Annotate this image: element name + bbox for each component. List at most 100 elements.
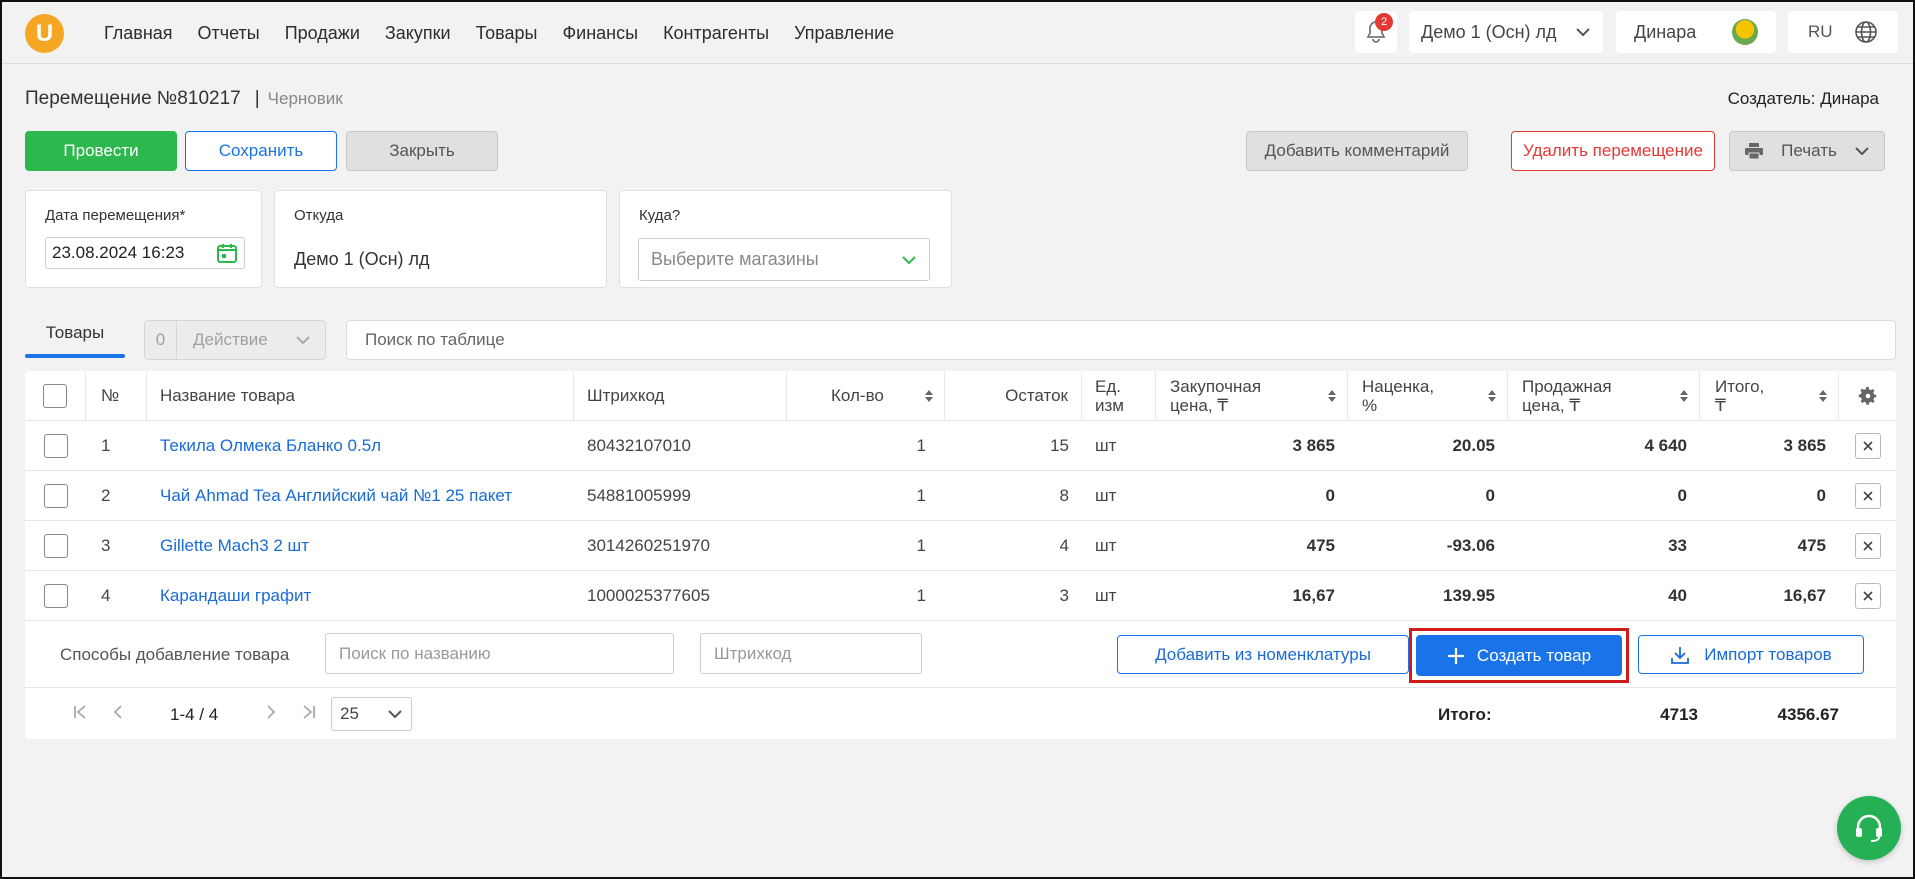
- row-checkbox[interactable]: [43, 434, 68, 458]
- transfer-date-input[interactable]: 23.08.2024 16:23: [45, 237, 245, 269]
- search-by-name-input[interactable]: Поиск по названию: [325, 633, 674, 674]
- header-purchase-price-label: Закупочная цена, ₸: [1170, 377, 1261, 415]
- remove-row-button[interactable]: [1854, 533, 1881, 559]
- purchase-price[interactable]: 16,67: [1156, 571, 1335, 621]
- delete-transfer-button[interactable]: Удалить перемещение: [1511, 131, 1715, 171]
- last-page-icon[interactable]: [301, 704, 317, 725]
- header-sale-price-line1: Продажная: [1522, 377, 1612, 396]
- create-product-button[interactable]: Создать товар: [1416, 635, 1622, 676]
- avatar: [1732, 19, 1758, 45]
- header-purchase-price[interactable]: Закупочная цена, ₸: [1156, 371, 1348, 421]
- store-selector[interactable]: Демо 1 (Осн) лд: [1409, 11, 1603, 53]
- header-markup-label: Наценка, %: [1362, 377, 1434, 415]
- table-search-input[interactable]: Поиск по таблице: [346, 320, 1896, 360]
- app-logo[interactable]: U: [25, 14, 64, 53]
- select-all-checkbox[interactable]: [43, 384, 67, 408]
- header-total[interactable]: Итого, ₸: [1700, 371, 1839, 421]
- page-size-value: 25: [340, 704, 359, 723]
- barcode: 1000025377605: [587, 586, 710, 605]
- notifications-button[interactable]: 2: [1355, 11, 1397, 53]
- quantity[interactable]: 1: [787, 471, 926, 521]
- destination-store-select[interactable]: Выберите магазины: [638, 238, 930, 281]
- purchase-price[interactable]: 475: [1156, 521, 1335, 571]
- sort-icon[interactable]: [1327, 389, 1337, 403]
- row-total: 475: [1797, 536, 1826, 555]
- nav-item-products[interactable]: Товары: [476, 23, 538, 44]
- remove-cell: [1839, 421, 1896, 471]
- sort-icon[interactable]: [924, 389, 934, 403]
- header-product-name: Название товара: [147, 371, 574, 421]
- language-selector[interactable]: RU: [1788, 11, 1898, 53]
- column-settings[interactable]: [1839, 371, 1896, 421]
- header-quantity[interactable]: Кол-во: [787, 371, 945, 421]
- markup[interactable]: 139.95: [1348, 571, 1495, 621]
- markup[interactable]: 0: [1348, 471, 1495, 521]
- product-name-link[interactable]: Текила Олмека Бланко 0.5л: [160, 421, 381, 471]
- sort-icon[interactable]: [1487, 389, 1497, 403]
- header-markup[interactable]: Наценка, %: [1348, 371, 1508, 421]
- products-table: № Название товара Штрихкод Кол-во Остато…: [25, 371, 1896, 739]
- remove-row-button[interactable]: [1854, 583, 1881, 609]
- product-name-link[interactable]: Карандаши графит: [160, 571, 311, 621]
- purchase-price[interactable]: 0: [1156, 471, 1335, 521]
- barcode-input[interactable]: Штрихкод: [700, 633, 922, 674]
- tab-products[interactable]: Товары: [25, 319, 125, 358]
- row-checkbox[interactable]: [43, 584, 68, 608]
- row-number: 2: [101, 486, 111, 505]
- destination-store-label: Куда?: [639, 207, 681, 224]
- quantity[interactable]: 1: [787, 571, 926, 621]
- page-size-select[interactable]: 25: [331, 697, 412, 731]
- purchase-price[interactable]: 3 865: [1156, 421, 1335, 471]
- print-button[interactable]: Печать: [1729, 131, 1885, 171]
- totals-label: Итого:: [1438, 705, 1492, 724]
- sort-icon[interactable]: [1679, 389, 1689, 403]
- add-comment-button[interactable]: Добавить комментарий: [1246, 131, 1468, 171]
- first-page-icon[interactable]: [72, 704, 88, 725]
- nav-item-reports[interactable]: Отчеты: [198, 23, 260, 44]
- sale-price[interactable]: 40: [1508, 571, 1687, 621]
- close-button[interactable]: Закрыть: [346, 131, 498, 171]
- markup[interactable]: -93.06: [1348, 521, 1495, 571]
- row-checkbox[interactable]: [43, 484, 68, 508]
- sale-price[interactable]: 0: [1508, 471, 1687, 521]
- header-sale-price-line2: цена, ₸: [1522, 396, 1581, 415]
- next-page-icon[interactable]: [265, 704, 277, 725]
- product-name-link[interactable]: Чай Ahmad Tea Английский чай №1 25 пакет: [160, 471, 512, 521]
- header-sale-price[interactable]: Продажная цена, ₸: [1508, 371, 1700, 421]
- remove-row-button[interactable]: [1854, 433, 1881, 459]
- user-menu[interactable]: Динара: [1616, 11, 1776, 53]
- quantity[interactable]: 1: [787, 421, 926, 471]
- nav-item-finance[interactable]: Финансы: [562, 23, 638, 44]
- add-from-nomenclature-button[interactable]: Добавить из номенклатуры: [1117, 635, 1409, 674]
- nav-item-home[interactable]: Главная: [104, 23, 173, 44]
- barcode: 54881005999: [587, 486, 692, 505]
- destination-store-placeholder: Выберите магазины: [651, 249, 819, 269]
- nav-item-purchases[interactable]: Закупки: [385, 23, 451, 44]
- product-name-link[interactable]: Gillette Mach3 2 шт: [160, 521, 309, 571]
- unit: шт: [1095, 586, 1117, 605]
- import-products-button[interactable]: Импорт товаров: [1638, 635, 1864, 674]
- conduct-button[interactable]: Провести: [25, 131, 177, 171]
- unit: шт: [1095, 486, 1117, 505]
- document-number: Перемещение №810217: [25, 88, 241, 109]
- sort-icon[interactable]: [1818, 389, 1828, 403]
- sale-price[interactable]: 33: [1508, 521, 1687, 571]
- chevron-down-icon: [1576, 28, 1590, 37]
- markup[interactable]: 20.05: [1348, 421, 1495, 471]
- calendar-icon[interactable]: [216, 242, 238, 264]
- nav-item-management[interactable]: Управление: [794, 23, 894, 44]
- quantity[interactable]: 1: [787, 521, 926, 571]
- bulk-action-dropdown[interactable]: 0 Действие: [144, 320, 326, 360]
- nav-item-counterparties[interactable]: Контрагенты: [663, 23, 769, 44]
- row-checkbox[interactable]: [43, 534, 68, 558]
- source-store-card: Откуда Демо 1 (Осн) лд: [274, 190, 607, 288]
- gear-icon[interactable]: [1857, 385, 1879, 407]
- sale-price[interactable]: 4 640: [1508, 421, 1687, 471]
- support-chat-button[interactable]: [1837, 796, 1901, 860]
- save-button[interactable]: Сохранить: [185, 131, 337, 171]
- barcode: 80432107010: [587, 436, 692, 455]
- nav-item-sales[interactable]: Продажи: [285, 23, 360, 44]
- prev-page-icon[interactable]: [112, 704, 124, 725]
- row-checkbox-cell: [25, 421, 86, 471]
- remove-row-button[interactable]: [1854, 483, 1881, 509]
